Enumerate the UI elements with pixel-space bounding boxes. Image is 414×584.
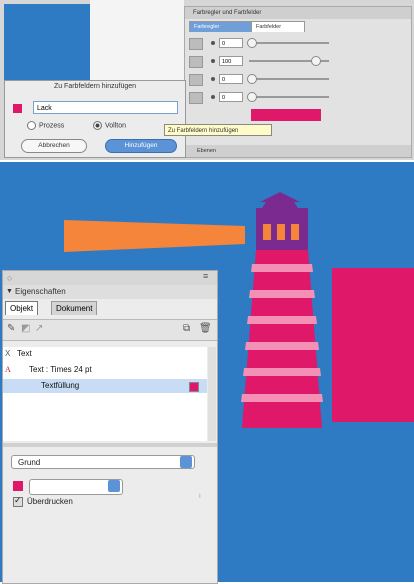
tower-stripe-5 <box>243 368 321 376</box>
black-row: 0 <box>187 91 397 104</box>
overprint-label: Überdrucken <box>27 497 73 507</box>
radio-full-tone-circle[interactable] <box>93 121 102 130</box>
black-chip <box>189 92 203 104</box>
tab-swatches[interactable]: Farbfelder <box>251 21 305 32</box>
yellow-row: 0 <box>187 73 397 86</box>
properties-panel: ○ ≡ ▼ Eigenschaften Objekt Dokument ✎ ◩ … <box>2 270 218 584</box>
color-select[interactable] <box>29 479 123 495</box>
black-field[interactable]: 0 <box>219 92 243 102</box>
black-slider[interactable] <box>249 96 329 98</box>
add-tooltip: Zu Farbfeldern hinzufügen <box>164 124 272 136</box>
list-item[interactable]: X Text <box>3 347 207 361</box>
add-to-swatches-dialog: Zu Farbfeldern hinzufügen Lack Prozess V… <box>4 80 186 158</box>
divider <box>3 443 217 447</box>
list-item-label: Textfüllung <box>41 381 80 390</box>
arrow-icon[interactable]: ↗ <box>35 323 43 334</box>
tower-stripe-3 <box>247 316 317 324</box>
yellow-chip <box>189 74 203 86</box>
magenta-dot-icon <box>211 59 215 63</box>
pink-rectangle <box>332 268 414 422</box>
dialog-title: Zu Farbfeldern hinzufügen <box>53 83 137 90</box>
yellow-slider-knob[interactable] <box>247 74 257 84</box>
magenta-chip <box>189 56 203 68</box>
cyan-chip <box>189 38 203 50</box>
color-panel-tabs: Farbregler Farbfelder <box>189 21 389 32</box>
list-item-label: Text : Times 24 pt <box>29 365 92 374</box>
appearance-list: X Text A Text : Times 24 pt Textfüllung <box>3 347 207 441</box>
fill-color-chip <box>189 382 199 392</box>
lantern-window-right <box>291 224 299 240</box>
trash-icon[interactable]: 🗑 <box>199 323 212 334</box>
cyan-slider[interactable] <box>249 42 329 44</box>
cancel-button[interactable]: Abbrechen <box>21 139 87 153</box>
add-button[interactable]: Hinzufügen <box>105 139 177 153</box>
black-slider-knob[interactable] <box>247 92 257 102</box>
tower-stripe-6 <box>241 394 323 402</box>
panel-menu-icon[interactable]: ≡ <box>203 271 208 281</box>
radio-process[interactable]: Prozess <box>27 121 64 130</box>
chevron-updown-icon[interactable] <box>180 456 192 468</box>
list-item-label: Text <box>17 349 32 358</box>
list-item[interactable]: A Text : Times 24 pt <box>3 363 207 377</box>
cyan-field[interactable]: 0 <box>219 38 243 48</box>
cyan-row: 0 <box>187 37 397 50</box>
radio-process-circle[interactable] <box>27 121 36 130</box>
magenta-slider-knob[interactable] <box>311 56 321 66</box>
tab-object[interactable]: Objekt <box>5 301 39 315</box>
collapse-triangle-icon[interactable]: ▼ <box>6 285 13 299</box>
cyan-dot-icon <box>211 41 215 45</box>
color-chip <box>13 481 23 491</box>
top-screenshot: Farbregler und Farbfelder Farbregler Far… <box>0 0 414 160</box>
properties-heading-label: Eigenschaften <box>15 287 66 296</box>
tab-document[interactable]: Dokument <box>51 301 98 315</box>
canvas-white-area <box>90 0 184 80</box>
tab-color-sliders[interactable]: Farbregler <box>189 21 257 32</box>
type-select[interactable]: Grund <box>11 455 195 469</box>
lantern-window-left <box>263 224 271 240</box>
magenta-row: 100 <box>187 55 397 68</box>
info-icon[interactable]: ⁱ <box>199 493 201 504</box>
dialog-color-swatch <box>13 104 22 113</box>
duplicate-icon[interactable]: ⧉ <box>183 323 190 334</box>
pencil-icon[interactable]: ✎ <box>7 323 15 334</box>
list-item[interactable]: Textfüllung <box>3 379 207 393</box>
character-icon: A <box>5 365 11 374</box>
radio-full-tone-label: Vollton <box>105 122 127 130</box>
chevron-updown-icon[interactable] <box>108 480 120 492</box>
light-beam <box>64 220 245 252</box>
lighthouse-roof <box>260 192 300 208</box>
overprint-checkbox[interactable]: Überdrucken <box>13 495 73 507</box>
text-object-icon: X <box>5 349 11 358</box>
magenta-field[interactable]: 100 <box>219 56 243 66</box>
color-panel-title[interactable]: Farbregler und Farbfelder <box>185 7 411 19</box>
canvas-blue-area <box>4 4 90 80</box>
list-scrollbar[interactable] <box>208 347 216 441</box>
swatch-name-input[interactable]: Lack <box>33 101 178 114</box>
yellow-slider[interactable] <box>249 78 329 80</box>
type-select-value: Grund <box>18 458 41 467</box>
cyan-slider-knob[interactable] <box>247 38 257 48</box>
radio-process-label: Prozess <box>39 122 65 130</box>
properties-titlebar[interactable]: ○ ≡ <box>3 271 217 285</box>
properties-toolbar: ✎ ◩ ↗ ⧉ 🗑 <box>3 319 217 341</box>
yellow-field[interactable]: 0 <box>219 74 243 84</box>
layers-panel-header[interactable]: Ebenen <box>185 145 411 157</box>
properties-heading[interactable]: ▼ Eigenschaften <box>3 285 217 299</box>
lantern-window-center <box>277 224 285 240</box>
fill-icon[interactable]: ◩ <box>21 323 30 334</box>
tower-stripe-2 <box>249 290 315 298</box>
close-icon[interactable]: ○ <box>7 273 12 283</box>
radio-full-tone[interactable]: Vollton <box>93 121 126 130</box>
tower-stripe-1 <box>251 264 313 272</box>
checkbox-box[interactable] <box>13 495 23 507</box>
yellow-dot-icon <box>211 77 215 81</box>
properties-tabs: Objekt Dokument <box>3 301 217 315</box>
tower-stripe-4 <box>245 342 319 350</box>
black-dot-icon <box>211 95 215 99</box>
color-preview-bar[interactable] <box>251 109 321 121</box>
